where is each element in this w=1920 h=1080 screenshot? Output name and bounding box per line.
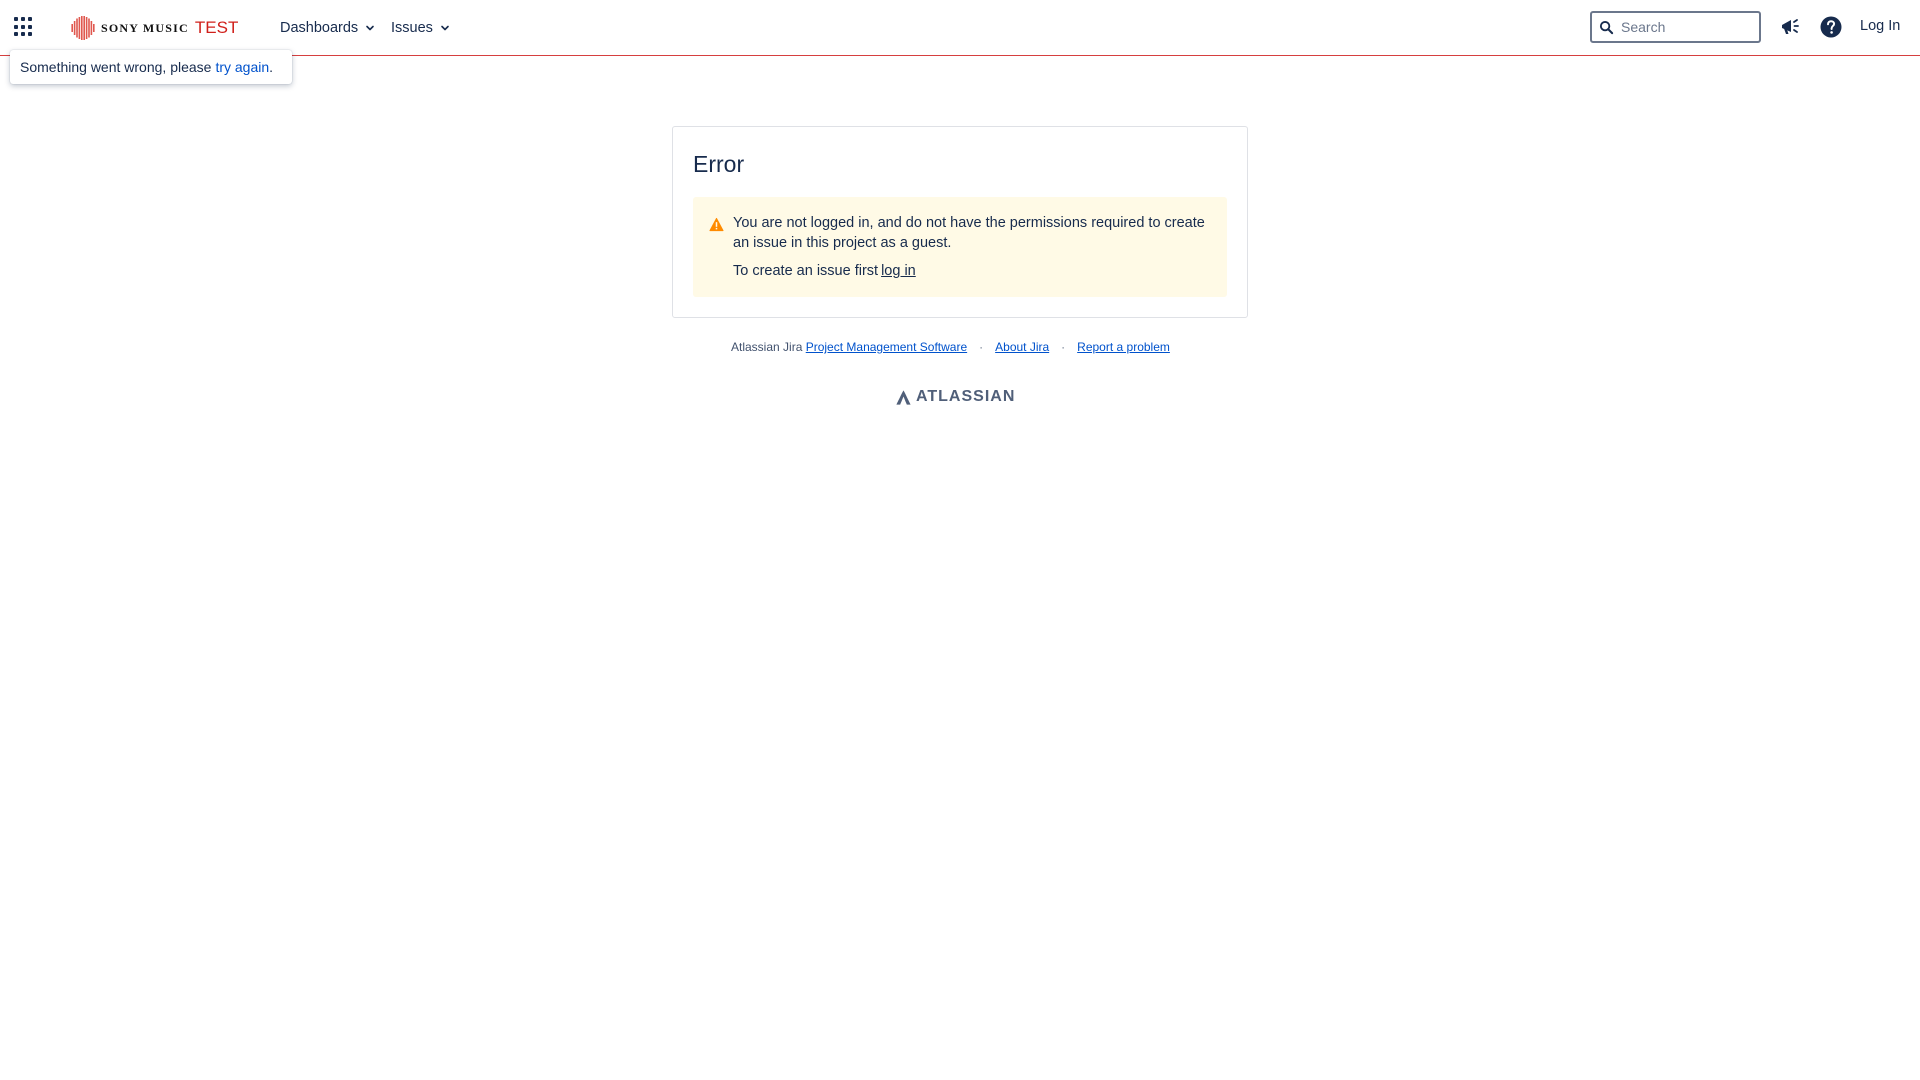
login-link[interactable]: Log In xyxy=(1860,18,1900,34)
sony-music-logo-icon xyxy=(71,16,95,40)
nav-issues-menu[interactable]: Issues xyxy=(391,16,451,40)
nav-issues-label: Issues xyxy=(391,20,433,36)
footer-link-about-jira[interactable]: About Jira xyxy=(995,340,1049,354)
atlassian-logo[interactable]: ATLASSIAN xyxy=(895,388,1015,406)
brand-suffix: TEST xyxy=(194,18,239,37)
login-prompt: To create an issue first log in xyxy=(733,263,916,279)
login-prompt-text: To create an issue first xyxy=(733,263,879,279)
help-icon[interactable] xyxy=(1818,14,1844,40)
nav-dashboards-label: Dashboards xyxy=(280,20,359,36)
try-again-link[interactable]: try again xyxy=(215,59,269,75)
flag-period: . xyxy=(269,59,274,75)
search-box[interactable] xyxy=(1590,11,1761,43)
app-switcher-grid-icon[interactable] xyxy=(14,17,34,37)
footer-link-report-problem[interactable]: Report a problem xyxy=(1077,340,1170,354)
top-navigation-bar: SONY MUSIC TEST Dashboards Issues Log In xyxy=(0,0,1920,56)
footer-links: Atlassian Jira Project Management Softwa… xyxy=(731,340,1170,354)
page-title: Error xyxy=(693,151,745,177)
footer-link-pm-software[interactable]: Project Management Software xyxy=(806,340,967,354)
warning-icon xyxy=(709,217,724,232)
atlassian-wordmark: ATLASSIAN xyxy=(916,388,1016,405)
nav-dashboards-menu[interactable]: Dashboards xyxy=(280,16,376,40)
chevron-down-icon xyxy=(366,25,374,31)
search-input[interactable] xyxy=(1621,19,1751,35)
site-logo[interactable]: SONY MUSIC TEST xyxy=(70,14,238,42)
atlassian-mark-icon xyxy=(896,389,911,405)
footer-prefix: Atlassian Jira xyxy=(731,340,803,354)
brand-name: SONY MUSIC xyxy=(101,20,189,35)
warning-text: You are not logged in, and do not have t… xyxy=(733,215,1205,251)
megaphone-icon[interactable] xyxy=(1778,14,1804,40)
flag-message: Something went wrong, please xyxy=(20,59,212,75)
footer-separator: · xyxy=(979,340,984,354)
error-flag-notification: Something went wrong, please try again. xyxy=(10,50,292,84)
error-panel: Error You are not logged in, and do not … xyxy=(672,126,1248,318)
search-icon xyxy=(1599,20,1614,34)
footer-separator: · xyxy=(1061,340,1066,354)
chevron-down-icon xyxy=(441,25,449,31)
log-in-link[interactable]: log in xyxy=(881,263,916,279)
warning-message-box: You are not logged in, and do not have t… xyxy=(693,197,1227,297)
